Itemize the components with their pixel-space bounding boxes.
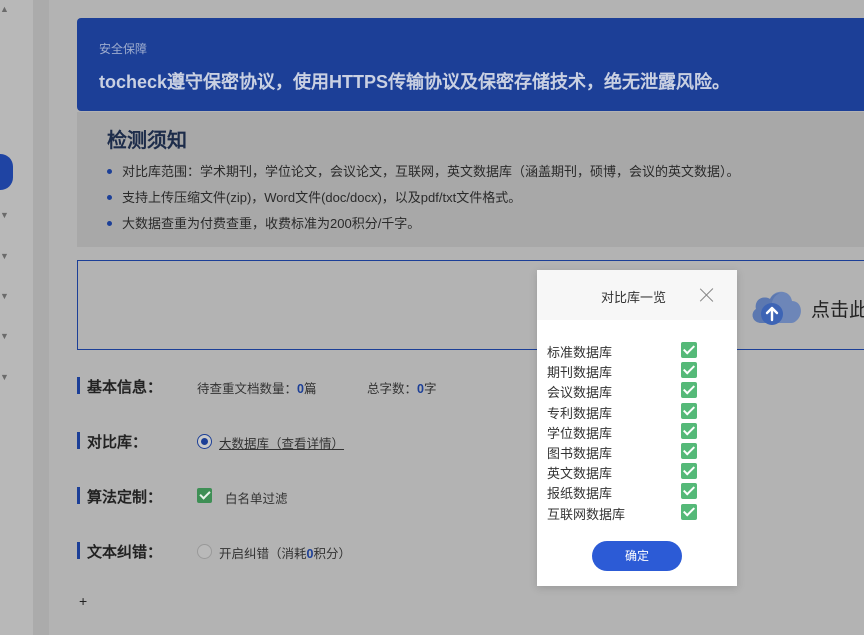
section-bar [77, 432, 80, 449]
basic-info-label: 基本信息： [87, 379, 163, 396]
word-count-value: 0 [417, 382, 424, 396]
compare-db-label: 对比库： [87, 434, 148, 451]
database-item: 图书数据库 [547, 441, 707, 461]
sidebar-divider [33, 0, 49, 635]
upload-label[interactable]: 点击此 [811, 295, 864, 322]
bullet-icon [107, 221, 112, 226]
check-icon[interactable] [681, 442, 697, 459]
check-icon[interactable] [681, 483, 697, 500]
chevron-down-icon[interactable]: ▼ [0, 292, 9, 301]
compare-db-option-link[interactable]: 大数据库（查看详情） [219, 433, 344, 452]
cloud-upload-icon[interactable] [748, 283, 804, 329]
section-bar [77, 542, 80, 559]
text-correction-radio[interactable] [197, 544, 212, 559]
check-icon[interactable] [681, 463, 697, 480]
notice-panel: 检测须知 对比库范围：学术期刊，学位论文，会议论文，互联网，英文数据库（涵盖期刊… [77, 112, 864, 247]
check-icon[interactable] [681, 402, 697, 419]
main-content: 安全保障 tocheck遵守保密协议，使用HTTPS传输协议及保密存储技术，绝无… [49, 0, 864, 635]
doc-count-value: 0 [297, 382, 304, 396]
modal-header: 对比库一览 [537, 270, 737, 320]
security-banner: 安全保障 tocheck遵守保密协议，使用HTTPS传输协议及保密存储技术，绝无… [77, 18, 864, 111]
check-icon[interactable] [681, 503, 697, 520]
chevron-down-icon[interactable]: ▼ [0, 332, 9, 341]
confirm-button[interactable]: 确定 [592, 541, 682, 571]
compare-db-modal: 对比库一览 标准数据库 期刊数据库 会议数据库 专利数据库 学位数据库 图书数据… [537, 270, 737, 586]
upload-dropzone[interactable]: 点击此 [77, 260, 864, 350]
close-icon[interactable] [699, 287, 715, 303]
sidebar: ▲ ▼ ▼ ▼ ▼ ▼ [0, 0, 33, 635]
database-item: 学位数据库 [547, 421, 707, 441]
chevron-down-icon[interactable]: ▼ [0, 252, 9, 261]
database-item: 英文数据库 [547, 461, 707, 481]
security-text: tocheck遵守保密协议，使用HTTPS传输协议及保密存储技术，绝无泄露风险。 [99, 72, 731, 92]
database-item: 期刊数据库 [547, 360, 707, 380]
plus-icon[interactable]: + [79, 593, 87, 609]
algorithm-label: 算法定制： [87, 489, 163, 506]
database-item: 专利数据库 [547, 401, 707, 421]
text-correction-option: 开启纠错（消耗0积分） [219, 547, 351, 561]
notice-item: 对比库范围：学术期刊，学位论文，会议论文，互联网，英文数据库（涵盖期刊，硕博，会… [107, 162, 740, 188]
word-count-text: 总字数：0字 [367, 382, 437, 396]
database-item: 标准数据库 [547, 340, 707, 360]
text-correction-label: 文本纠错： [87, 544, 163, 561]
doc-count-text: 待查重文档数量：0篇 [197, 382, 317, 396]
check-icon[interactable] [681, 382, 697, 399]
chevron-up-icon[interactable]: ▲ [0, 5, 9, 14]
check-icon[interactable] [681, 422, 697, 439]
section-bar [77, 377, 80, 394]
bullet-icon [107, 169, 112, 174]
modal-title: 对比库一览 [601, 290, 667, 305]
database-item: 报纸数据库 [547, 481, 707, 501]
basic-info-row: 基本信息： 待查重文档数量：0篇 总字数：0字 [77, 376, 577, 396]
compare-db-row: 对比库： 大数据库（查看详情） [77, 431, 577, 451]
algorithm-row: 算法定制： 白名单过滤 [77, 486, 577, 506]
notice-list: 对比库范围：学术期刊，学位论文，会议论文，互联网，英文数据库（涵盖期刊，硕博，会… [107, 162, 740, 240]
check-icon[interactable] [681, 362, 697, 379]
section-bar [77, 487, 80, 504]
chevron-down-icon[interactable]: ▼ [0, 211, 9, 220]
bullet-icon [107, 195, 112, 200]
check-icon[interactable] [681, 342, 697, 358]
notice-title: 检测须知 [107, 130, 187, 152]
database-item: 互联网数据库 [547, 502, 707, 522]
chevron-down-icon[interactable]: ▼ [0, 373, 9, 382]
sidebar-active-indicator[interactable] [0, 154, 13, 190]
database-item: 会议数据库 [547, 380, 707, 400]
text-correction-row: 文本纠错： 开启纠错（消耗0积分） [77, 541, 577, 561]
whitelist-checkbox[interactable] [197, 488, 212, 503]
database-list: 标准数据库 期刊数据库 会议数据库 专利数据库 学位数据库 图书数据库 英文数据… [547, 340, 707, 522]
notice-item: 支持上传压缩文件(zip)，Word文件(doc/docx)，以及pdf/txt… [107, 188, 740, 214]
notice-item: 大数据查重为付费查重，收费标准为200积分/千字。 [107, 214, 740, 240]
compare-db-radio[interactable] [197, 434, 212, 449]
whitelist-option-label: 白名单过滤 [225, 492, 288, 506]
security-title: 安全保障 [99, 42, 148, 56]
